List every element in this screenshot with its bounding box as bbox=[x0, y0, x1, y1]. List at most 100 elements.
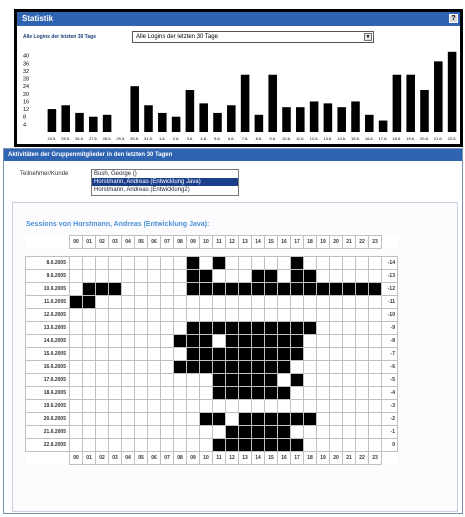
hour-cell bbox=[121, 399, 135, 413]
hour-cell bbox=[147, 334, 161, 348]
hour-cell bbox=[251, 295, 265, 309]
hour-cell bbox=[108, 386, 122, 400]
hour-cell bbox=[95, 373, 109, 387]
hour-cell bbox=[355, 425, 369, 439]
hour-cell bbox=[225, 282, 239, 296]
hour-label: 19 bbox=[316, 235, 330, 249]
hour-cell bbox=[303, 360, 317, 374]
hour-cell bbox=[238, 386, 252, 400]
bar bbox=[406, 74, 415, 132]
hour-label: 19 bbox=[316, 451, 330, 465]
hour-cell bbox=[160, 438, 174, 452]
hour-label: 22 bbox=[355, 235, 369, 249]
hour-cell bbox=[147, 269, 161, 283]
hour-cell bbox=[316, 347, 330, 361]
hour-cell bbox=[95, 256, 109, 270]
participant-option[interactable]: Horstmann, Andreas (Entwicklung Java) bbox=[92, 178, 238, 186]
hour-cell bbox=[134, 256, 148, 270]
x-tick-label: 25.5. bbox=[61, 136, 70, 141]
hour-cell bbox=[342, 308, 356, 322]
hour-cell bbox=[290, 347, 304, 361]
hour-label: 14 bbox=[251, 451, 265, 465]
hour-cell bbox=[186, 308, 200, 322]
hour-cell bbox=[212, 269, 226, 283]
hour-cell bbox=[173, 295, 187, 309]
sessions-panel: Aktivitäten der Gruppenmitglieder in den… bbox=[3, 148, 463, 514]
hour-cell bbox=[225, 386, 239, 400]
hour-cell bbox=[329, 373, 343, 387]
hour-cell bbox=[82, 347, 96, 361]
hour-cell bbox=[160, 360, 174, 374]
period-select-value: Alle Logins der letzten 30 Tage bbox=[136, 34, 218, 40]
hour-cell bbox=[238, 399, 252, 413]
hour-cell bbox=[212, 438, 226, 452]
hour-cell bbox=[121, 386, 135, 400]
hour-cell bbox=[342, 373, 356, 387]
hour-cell bbox=[95, 347, 109, 361]
row-offset: -2 bbox=[381, 412, 398, 426]
hour-cell bbox=[121, 360, 135, 374]
hour-cell bbox=[147, 399, 161, 413]
hour-cell bbox=[225, 334, 239, 348]
hour-label: 05 bbox=[134, 451, 148, 465]
chevron-down-icon[interactable]: ▼ bbox=[364, 33, 372, 41]
hour-cell bbox=[355, 308, 369, 322]
hour-cell bbox=[173, 321, 187, 335]
participant-listbox[interactable]: Bush, George () Horstmann, Andreas (Entwi… bbox=[91, 169, 239, 196]
hour-cell bbox=[277, 399, 291, 413]
hour-label: 00 bbox=[69, 451, 83, 465]
session-row: 13.6.2005 -9 bbox=[25, 321, 398, 335]
bar bbox=[365, 114, 374, 132]
bar bbox=[227, 105, 236, 132]
hour-label: 13 bbox=[238, 235, 252, 249]
period-select[interactable]: Alle Logins der letzten 30 Tage ▼ bbox=[132, 31, 374, 43]
participant-option[interactable]: Bush, George () bbox=[92, 170, 238, 178]
hour-cell bbox=[199, 425, 213, 439]
help-icon[interactable]: ? bbox=[449, 14, 458, 23]
hour-cell bbox=[82, 269, 96, 283]
row-offset: -12 bbox=[381, 282, 398, 296]
hour-cell bbox=[238, 334, 252, 348]
x-tick-label: 2.6. bbox=[173, 136, 180, 141]
hour-label: 04 bbox=[121, 451, 135, 465]
row-offset: -4 bbox=[381, 386, 398, 400]
hour-cell bbox=[316, 308, 330, 322]
row-date: 17.6.2005 bbox=[25, 373, 70, 387]
session-row: 12.6.2005 -10 bbox=[25, 308, 398, 322]
session-row: 18.6.2005 -4 bbox=[25, 386, 398, 400]
hour-cell bbox=[303, 438, 317, 452]
hour-cell bbox=[277, 425, 291, 439]
hour-cell bbox=[147, 295, 161, 309]
hour-cell bbox=[290, 334, 304, 348]
hour-cell bbox=[95, 360, 109, 374]
hour-cell bbox=[238, 269, 252, 283]
x-tick-label: 12.6. bbox=[310, 136, 319, 141]
participant-option[interactable]: Horstmann, Andreas (Entwicklung2) bbox=[92, 186, 238, 194]
session-row: 16.6.2005 -6 bbox=[25, 360, 398, 374]
x-tick-label: 10.6. bbox=[282, 136, 291, 141]
hour-cell bbox=[368, 412, 382, 426]
hour-cell bbox=[173, 282, 187, 296]
hour-cell bbox=[95, 399, 109, 413]
bar bbox=[337, 107, 346, 132]
hour-cell bbox=[186, 321, 200, 335]
hour-label: 10 bbox=[199, 235, 213, 249]
hour-label: 08 bbox=[173, 235, 187, 249]
hour-cell bbox=[329, 386, 343, 400]
hour-cell bbox=[147, 347, 161, 361]
hour-cell bbox=[95, 412, 109, 426]
hour-cell bbox=[147, 282, 161, 296]
hour-cell bbox=[303, 269, 317, 283]
bar bbox=[378, 120, 388, 132]
blank-cell bbox=[381, 235, 398, 249]
hour-cell bbox=[238, 321, 252, 335]
hour-header-row: 00 01 02 03 04 05 06 07 08 09 10 11 12 13 14 15 16 17 18 19… bbox=[25, 451, 398, 465]
hour-cell bbox=[329, 399, 343, 413]
hour-cell bbox=[108, 321, 122, 335]
logins-bar-chart: 48 12 1620 2428 32 3640 24.5. 25.5. 26.5. 27.5. 28… bbox=[23, 51, 457, 141]
hour-cell bbox=[69, 269, 83, 283]
hour-cell bbox=[212, 282, 226, 296]
hour-cell bbox=[290, 269, 304, 283]
session-grid: 00 01 02 03 04 05 06 07 08 09 10 11 12 13 14 15 16 17 18 19… bbox=[25, 235, 398, 465]
hour-cell bbox=[251, 256, 265, 270]
